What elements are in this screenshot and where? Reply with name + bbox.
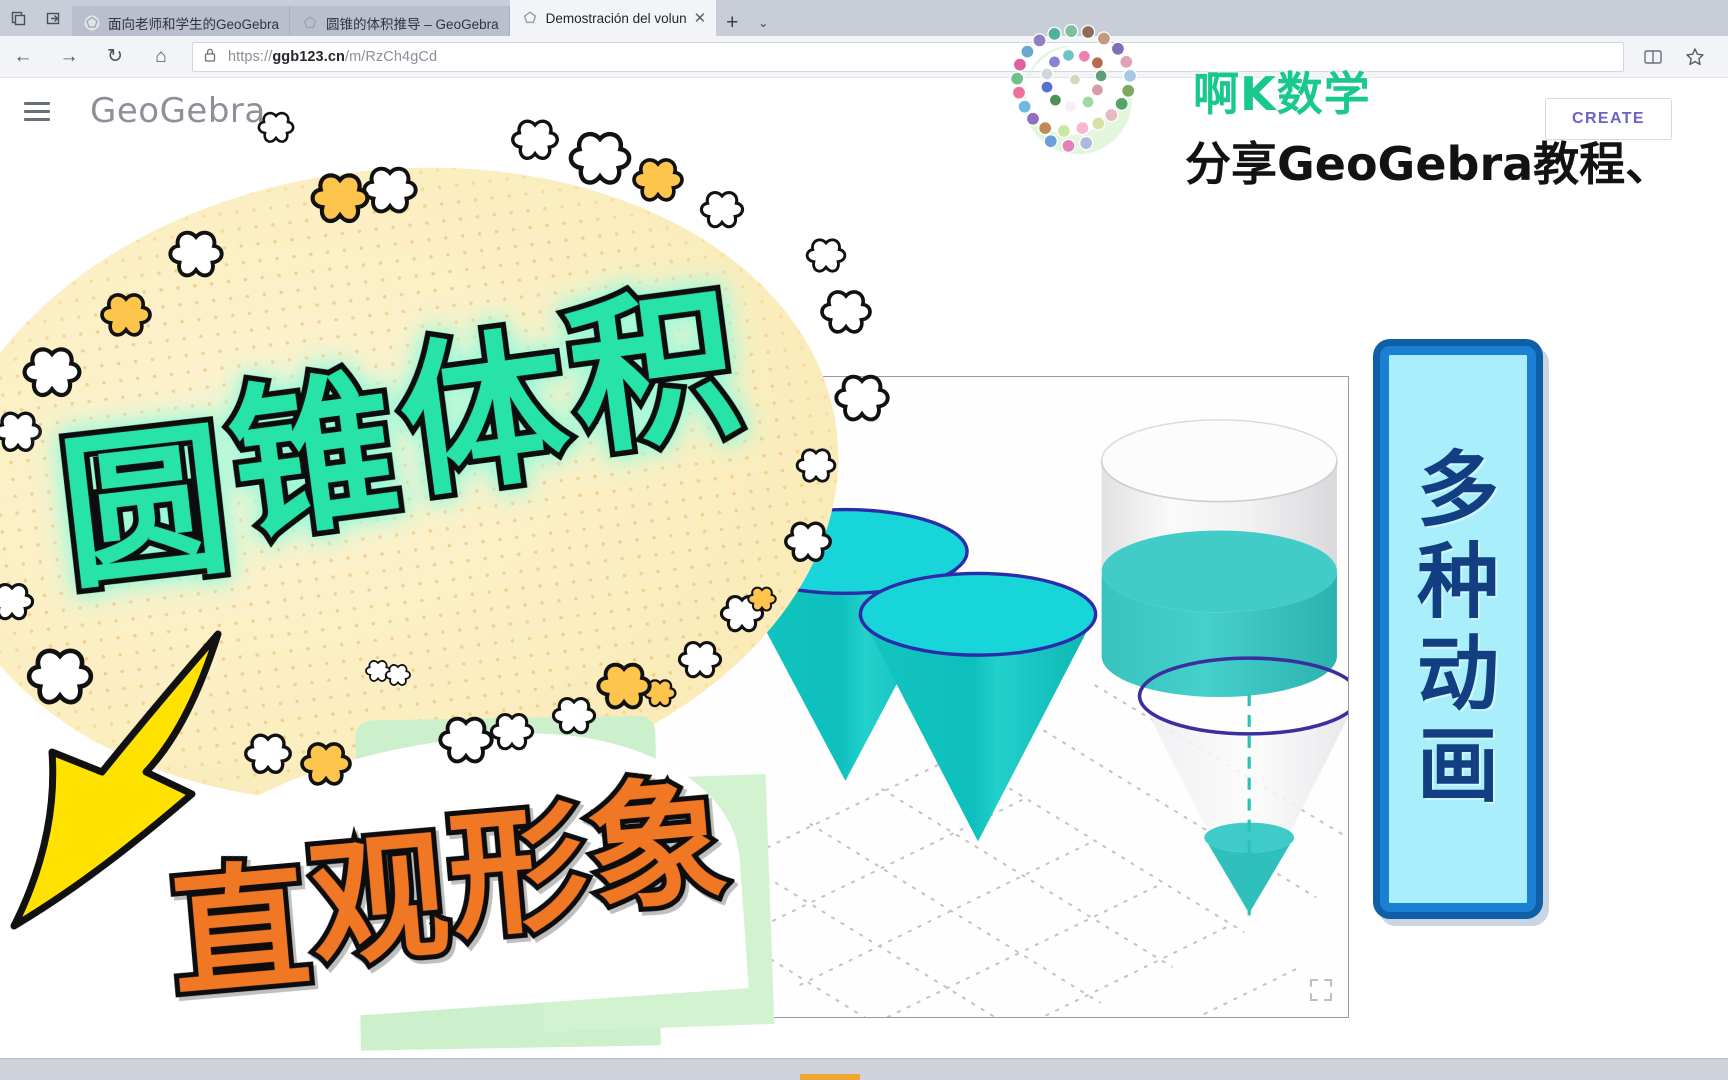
reload-button[interactable]: ↻ (92, 36, 138, 78)
geogebra-favicon (521, 9, 539, 27)
spiral-dots-logo-icon (1009, 23, 1138, 155)
badge-char-0: 多 (1416, 443, 1499, 539)
browser-tab-2[interactable]: Demostración del volun ✕ (509, 0, 717, 36)
collections-icon (46, 12, 59, 24)
cone-right-transparent (1137, 656, 1348, 916)
subtitle-char-1: 观 (298, 809, 463, 992)
screenshot-root: 面向老师和学生的GeoGebra 圆锥的体积推导 – GeoGebra Demo… (0, 0, 1728, 1080)
badge-char-2: 动 (1416, 627, 1499, 722)
geogebra-favicon (83, 14, 101, 32)
browser-tab-0-label: 面向老师和学生的GeoGebra (108, 16, 280, 32)
restore-window-button[interactable] (0, 0, 36, 36)
browser-tab-1-label: 圆锥的体积推导 – GeoGebra (326, 16, 499, 32)
subtitle-char-0: 直 (159, 839, 324, 1022)
geogebra-logo-text: GeoGebra (90, 91, 266, 131)
taskbar-progress-segment (800, 1074, 860, 1080)
badge-char-1: 种 (1416, 535, 1499, 631)
subtitle-char-2: 形 (437, 781, 602, 964)
channel-tagline-text: 分享GeoGebra教程、 (1185, 137, 1672, 191)
restore-window-icon (11, 11, 25, 25)
title-char-1: 锥 (214, 345, 423, 570)
menu-icon[interactable] (24, 101, 50, 121)
fullscreen-icon[interactable] (1308, 977, 1334, 1003)
back-button[interactable]: ← (0, 36, 46, 78)
close-icon[interactable]: ✕ (694, 11, 707, 26)
collections-button[interactable] (36, 0, 72, 36)
url-prefix: https:// (228, 48, 273, 65)
home-button[interactable]: ⌂ (138, 36, 184, 78)
geogebra-favicon (301, 14, 319, 32)
browser-tab-2-label: Demostración del volun (545, 10, 687, 26)
forward-button[interactable]: → (46, 36, 92, 78)
browser-tab-1[interactable]: 圆锥的体积推导 – GeoGebra (290, 6, 510, 39)
taskbar-sliver (0, 1058, 1728, 1080)
new-tab-button[interactable]: + (716, 6, 748, 39)
channel-name-text: 啊K数学 (1193, 67, 1371, 121)
geogebra-logo[interactable]: GeoGebra (90, 91, 266, 131)
url-domain: ggb123.cn (272, 48, 345, 65)
geogebra-page: GeoGebra CREATE 圆锥体积 直观形象 多 种 动 画 (0, 78, 1728, 1080)
title-char-3: 积 (553, 260, 762, 485)
badge-char-3: 画 (1416, 718, 1499, 814)
url-text: https://ggb123.cn/m/RzCh4gCd (228, 49, 437, 65)
lock-icon (203, 47, 217, 66)
cone-middle (858, 571, 1098, 842)
chevron-down-icon[interactable]: ⌄ (748, 6, 778, 39)
title-char-0: 圆 (46, 397, 252, 619)
channel-watermark: 啊K数学 分享GeoGebra教程、 (975, 18, 1725, 191)
browser-tab-0[interactable]: 面向老师和学生的GeoGebra (72, 6, 291, 39)
feature-badge-box: 多 种 动 画 (1380, 346, 1536, 912)
title-char-2: 体 (384, 303, 593, 528)
subtitle-char-3: 象 (577, 755, 742, 938)
url-path: /m/RzCh4gCd (344, 48, 438, 65)
cylinder (1100, 419, 1338, 697)
